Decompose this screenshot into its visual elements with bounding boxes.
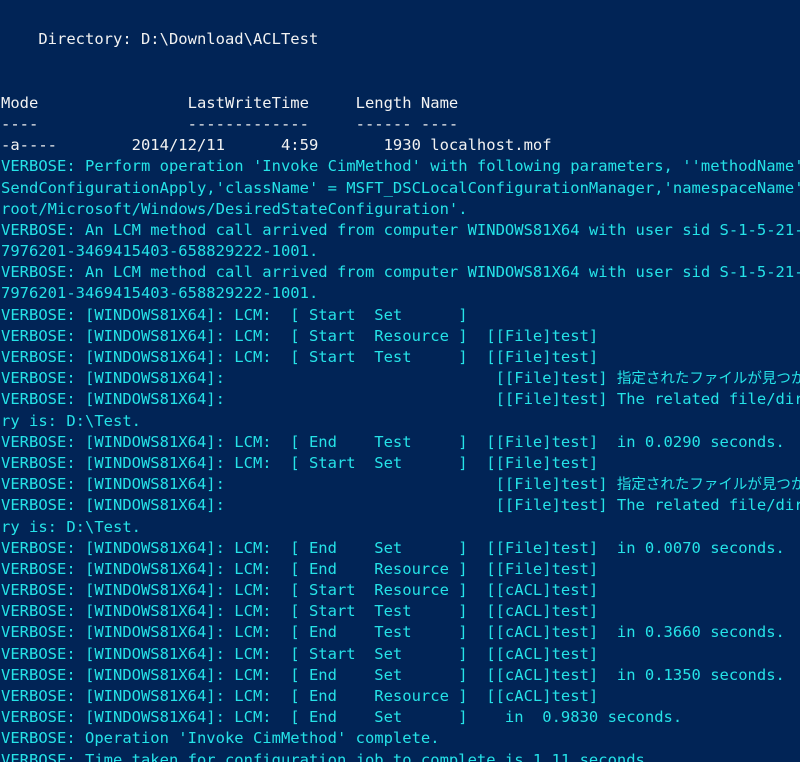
directory-header-text: Directory: D:\Download\ACLTest xyxy=(1,30,319,49)
verbose-start-set-cacl: VERBOSE: [WINDOWS81X64]: LCM: [ Start Se… xyxy=(0,644,800,665)
verbose-lcm-call-2a: VERBOSE: An LCM method call arrived from… xyxy=(0,262,800,283)
verbose-perform-operation-3-text: root/Microsoft/Windows/DesiredStateConfi… xyxy=(1,199,468,218)
verbose-file-notfound-2: VERBOSE: [WINDOWS81X64]: [[File]test] 指定… xyxy=(0,474,800,495)
verbose-end-test-cacl-text: VERBOSE: [WINDOWS81X64]: LCM: [ End Test… xyxy=(1,623,785,642)
directory-header: Directory: D:\Download\ACLTest xyxy=(0,29,800,50)
verbose-end-set-cacl-text: VERBOSE: [WINDOWS81X64]: LCM: [ End Set … xyxy=(1,665,785,684)
table-row-1: -a---- 2014/12/11 4:59 1930 localhost.mo… xyxy=(0,135,800,156)
verbose-start-resource-cacl: VERBOSE: [WINDOWS81X64]: LCM: [ Start Re… xyxy=(0,580,800,601)
verbose-lcm-call-2b: 7976201-3469415403-658829222-1001. xyxy=(0,283,800,304)
verbose-lcm-call-1b: 7976201-3469415403-658829222-1001. xyxy=(0,241,800,262)
verbose-file-related-2a: VERBOSE: [WINDOWS81X64]: [[File]test] Th… xyxy=(0,495,800,516)
verbose-end-resource-cacl-text: VERBOSE: [WINDOWS81X64]: LCM: [ End Reso… xyxy=(1,687,599,705)
verbose-end-set-total-text: VERBOSE: [WINDOWS81X64]: LCM: [ End Set … xyxy=(1,708,683,727)
verbose-lcm-call-2b-text: 7976201-3469415403-658829222-1001. xyxy=(1,284,319,303)
verbose-lcm-call-1b-text: 7976201-3469415403-658829222-1001. xyxy=(1,242,319,261)
verbose-perform-operation-1: VERBOSE: Perform operation 'Invoke CimMe… xyxy=(0,156,800,177)
table-headers: Mode LastWriteTime Length Name xyxy=(0,93,800,114)
verbose-end-resource-cacl: VERBOSE: [WINDOWS81X64]: LCM: [ End Reso… xyxy=(0,686,800,707)
verbose-start-test-file: VERBOSE: [WINDOWS81X64]: LCM: [ Start Te… xyxy=(0,347,800,368)
verbose-file-related-2b: ry is: D:\Test. xyxy=(0,517,800,538)
powershell-console-output[interactable]: Directory: D:\Download\ACLTest Mode Last… xyxy=(0,0,800,762)
verbose-file-notfound-1-message: 指定されたファイルが見つかりません xyxy=(616,371,800,388)
verbose-perform-operation-3: root/Microsoft/Windows/DesiredStateConfi… xyxy=(0,199,800,220)
blank-2 xyxy=(0,50,800,71)
verbose-file-notfound-1: VERBOSE: [WINDOWS81X64]: [[File]test] 指定… xyxy=(0,368,800,389)
verbose-file-related-1b: ry is: D:\Test. xyxy=(0,411,800,432)
verbose-file-related-2a-text: VERBOSE: [WINDOWS81X64]: [[File]test] Th… xyxy=(1,496,800,515)
verbose-lcm-call-2a-text: VERBOSE: An LCM method call arrived from… xyxy=(1,263,800,282)
verbose-file-notfound-1-prefix: VERBOSE: [WINDOWS81X64]: [[File]test] xyxy=(1,369,617,388)
verbose-time-taken-text: VERBOSE: Time taken for configuration jo… xyxy=(1,750,645,762)
verbose-start-resource-file-text: VERBOSE: [WINDOWS81X64]: LCM: [ Start Re… xyxy=(1,326,599,345)
verbose-end-test-cacl: VERBOSE: [WINDOWS81X64]: LCM: [ End Test… xyxy=(0,622,800,643)
blank-1-text xyxy=(1,9,10,27)
verbose-operation-complete-text: VERBOSE: Operation 'Invoke CimMethod' co… xyxy=(1,729,440,748)
verbose-start-set-file: VERBOSE: [WINDOWS81X64]: LCM: [ Start Se… xyxy=(0,305,800,326)
verbose-start-set-file-2-text: VERBOSE: [WINDOWS81X64]: LCM: [ Start Se… xyxy=(1,453,599,472)
verbose-perform-operation-2: SendConfigurationApply,'className' = MSF… xyxy=(0,178,800,199)
verbose-lcm-call-1a-text: VERBOSE: An LCM method call arrived from… xyxy=(1,220,800,239)
blank-3 xyxy=(0,72,800,93)
verbose-end-resource-file: VERBOSE: [WINDOWS81X64]: LCM: [ End Reso… xyxy=(0,559,800,580)
table-separators-text: ---- ------------- ------ ---- xyxy=(1,114,459,133)
verbose-start-resource-file: VERBOSE: [WINDOWS81X64]: LCM: [ Start Re… xyxy=(0,326,800,347)
table-separators: ---- ------------- ------ ---- xyxy=(0,114,800,135)
verbose-start-test-cacl: VERBOSE: [WINDOWS81X64]: LCM: [ Start Te… xyxy=(0,601,800,622)
verbose-start-set-file-2: VERBOSE: [WINDOWS81X64]: LCM: [ Start Se… xyxy=(0,453,800,474)
verbose-end-resource-file-text: VERBOSE: [WINDOWS81X64]: LCM: [ End Reso… xyxy=(1,559,599,578)
verbose-time-taken: VERBOSE: Time taken for configuration jo… xyxy=(0,750,800,762)
table-row-1-text: -a---- 2014/12/11 4:59 1930 localhost.mo… xyxy=(1,136,552,155)
verbose-perform-operation-1-text: VERBOSE: Perform operation 'Invoke CimMe… xyxy=(1,157,800,176)
table-headers-text: Mode LastWriteTime Length Name xyxy=(1,93,459,112)
blank-1 xyxy=(0,8,800,29)
verbose-file-related-1b-text: ry is: D:\Test. xyxy=(1,411,141,430)
verbose-start-test-cacl-text: VERBOSE: [WINDOWS81X64]: LCM: [ Start Te… xyxy=(1,602,599,621)
verbose-start-set-cacl-text: VERBOSE: [WINDOWS81X64]: LCM: [ Start Se… xyxy=(1,644,599,663)
verbose-start-resource-cacl-text: VERBOSE: [WINDOWS81X64]: LCM: [ Start Re… xyxy=(1,581,599,600)
verbose-file-notfound-2-prefix: VERBOSE: [WINDOWS81X64]: [[File]test] xyxy=(1,475,617,494)
verbose-start-set-file-text: VERBOSE: [WINDOWS81X64]: LCM: [ Start Se… xyxy=(1,305,468,324)
blank-2-text xyxy=(1,51,10,69)
verbose-file-related-1a-text: VERBOSE: [WINDOWS81X64]: [[File]test] Th… xyxy=(1,390,800,409)
verbose-lcm-call-1a: VERBOSE: An LCM method call arrived from… xyxy=(0,220,800,241)
verbose-perform-operation-2-text: SendConfigurationApply,'className' = MSF… xyxy=(1,178,800,197)
verbose-file-related-1a: VERBOSE: [WINDOWS81X64]: [[File]test] Th… xyxy=(0,389,800,410)
verbose-end-set-file: VERBOSE: [WINDOWS81X64]: LCM: [ End Set … xyxy=(0,538,800,559)
verbose-file-notfound-2-message: 指定されたファイルが見つかりません xyxy=(616,477,800,494)
verbose-start-test-file-text: VERBOSE: [WINDOWS81X64]: LCM: [ Start Te… xyxy=(1,348,599,366)
verbose-end-test-file: VERBOSE: [WINDOWS81X64]: LCM: [ End Test… xyxy=(0,432,800,453)
verbose-end-set-cacl: VERBOSE: [WINDOWS81X64]: LCM: [ End Set … xyxy=(0,665,800,686)
verbose-end-set-total: VERBOSE: [WINDOWS81X64]: LCM: [ End Set … xyxy=(0,707,800,728)
verbose-end-set-file-text: VERBOSE: [WINDOWS81X64]: LCM: [ End Set … xyxy=(1,538,785,557)
verbose-end-test-file-text: VERBOSE: [WINDOWS81X64]: LCM: [ End Test… xyxy=(1,432,785,451)
verbose-file-related-2b-text: ry is: D:\Test. xyxy=(1,517,141,536)
blank-3-text xyxy=(1,73,10,91)
verbose-operation-complete: VERBOSE: Operation 'Invoke CimMethod' co… xyxy=(0,728,800,749)
